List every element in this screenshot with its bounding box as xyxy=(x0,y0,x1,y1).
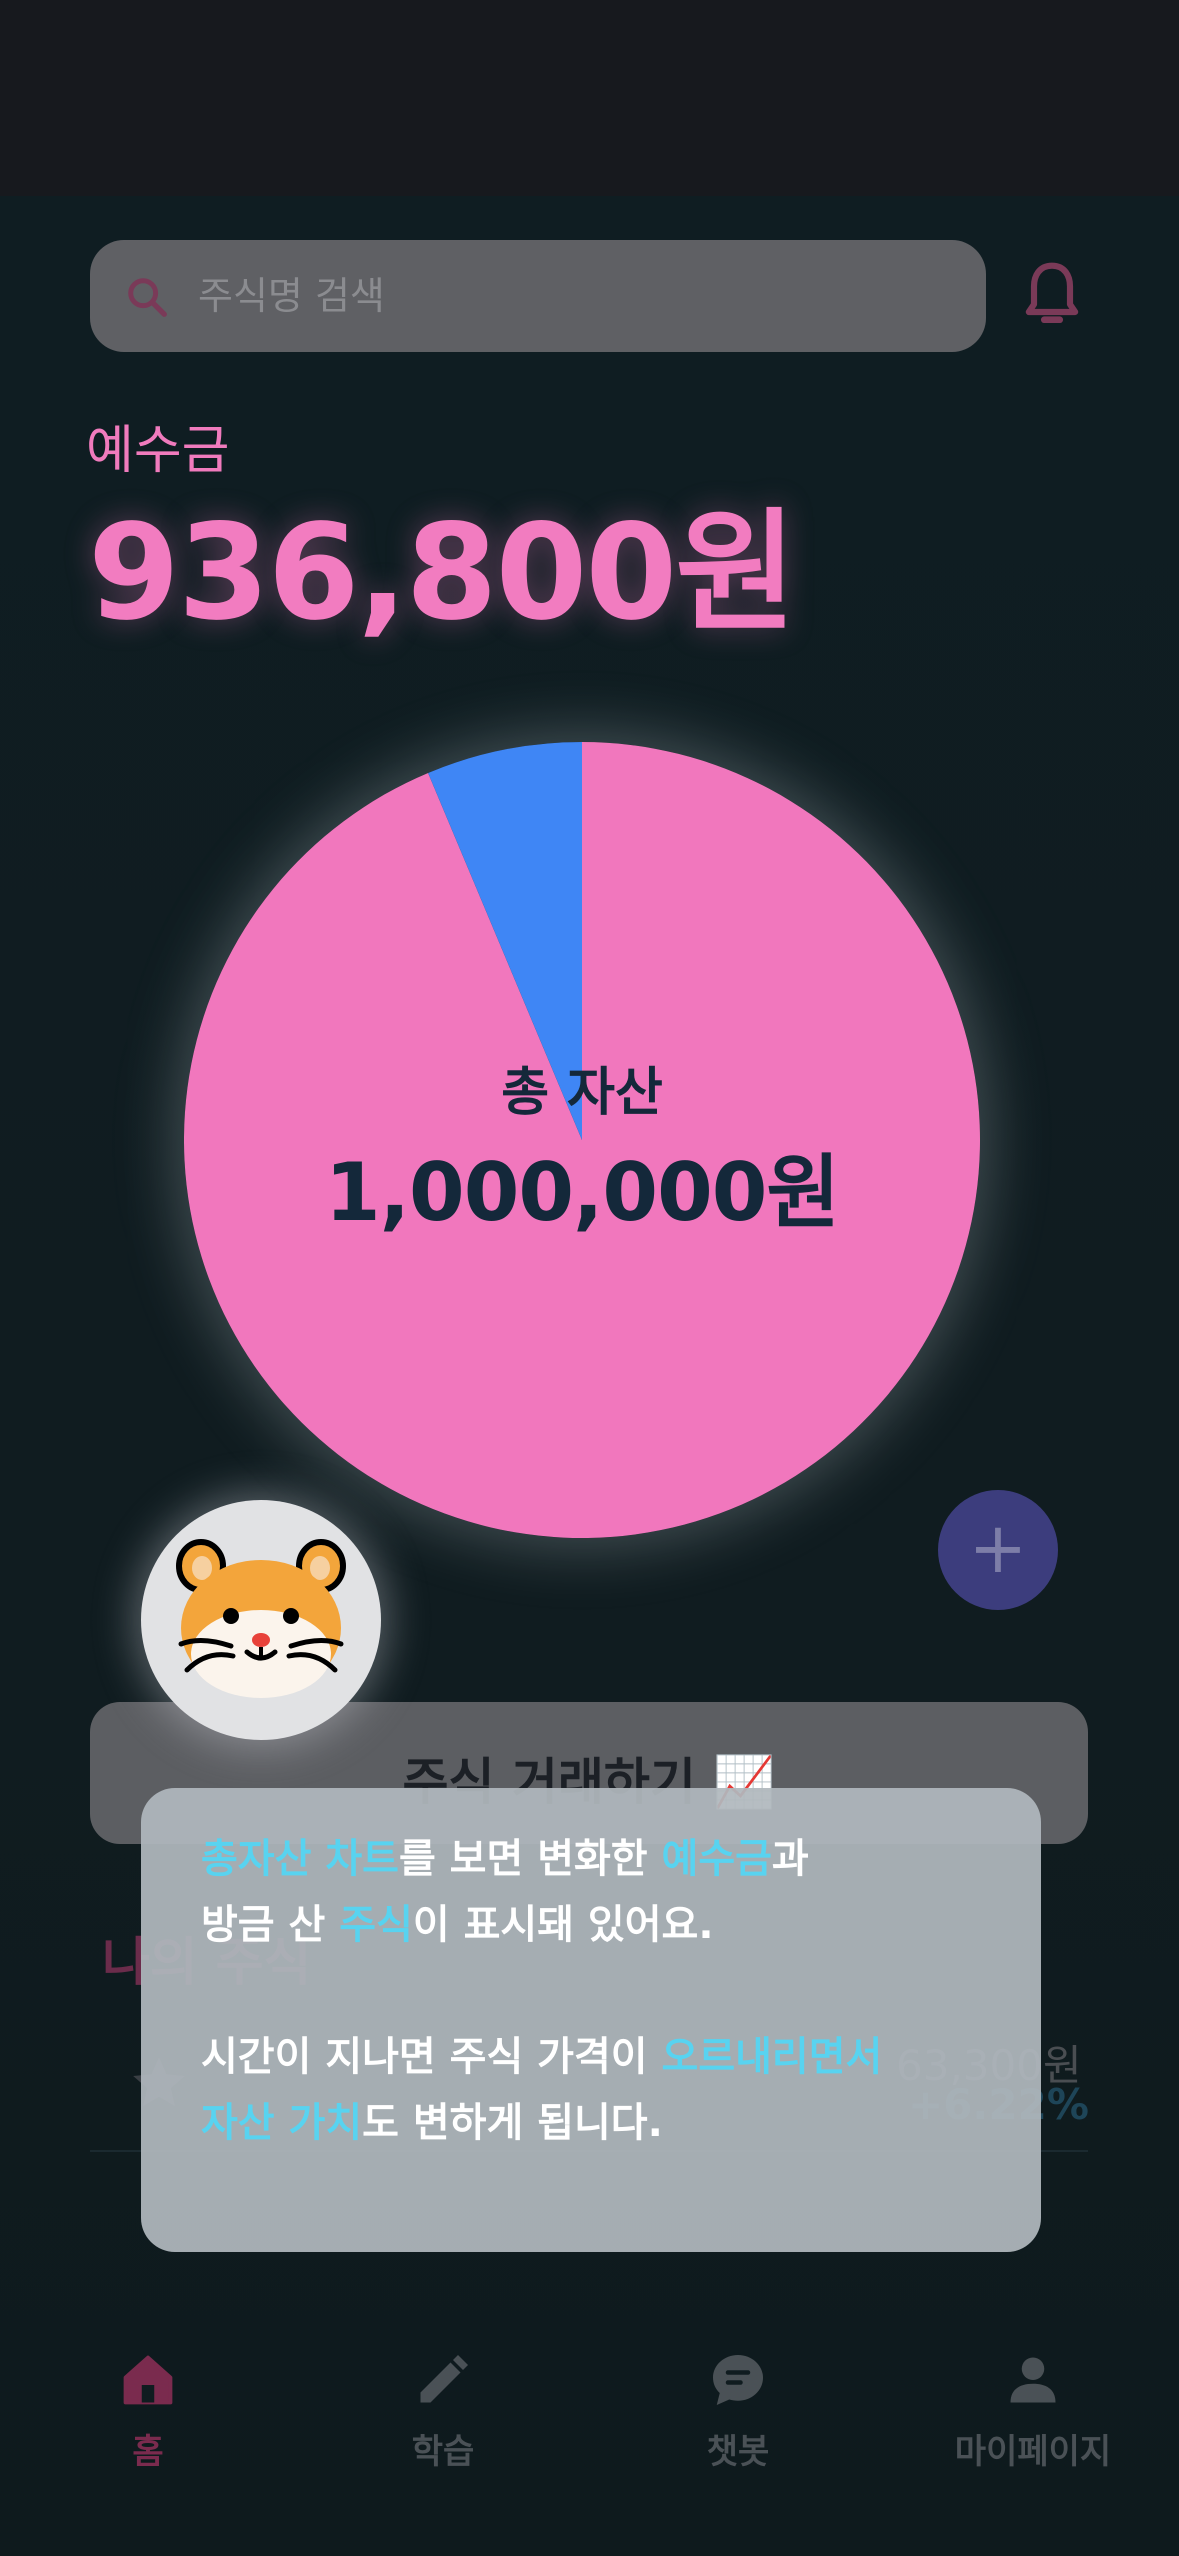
person-icon xyxy=(1010,2357,1056,2403)
tooltip-line-3: 시간이 지나면 주식 가격이 오르내리면서 xyxy=(201,2024,1021,2090)
tooltip-line1-segment-2: 예수금 xyxy=(661,1836,772,1882)
tooltip-line4-segment-1: 도 변하게 됩니다. xyxy=(362,2100,663,2146)
search-placeholder: 주식명 검색 xyxy=(198,274,385,318)
tooltip-line-2: 방금 산 주식이 표시돼 있어요. xyxy=(201,1892,1021,1958)
tooltip-line3-segment-1: 오르내리면서 xyxy=(661,2034,883,2080)
nav-home-label: 홈 xyxy=(132,2432,164,2472)
nav-mypage-label: 마이페이지 xyxy=(954,2432,1112,2472)
tooltip-line3-segment-0: 시간이 지나면 주식 가격이 xyxy=(201,2034,662,2080)
tooltip-line1-segment-1: 를 보면 변화한 xyxy=(398,1836,662,1882)
pencil-icon xyxy=(420,2355,468,2403)
tooltip-line2-segment-2: 이 표시돼 있어요. xyxy=(412,1902,714,1948)
tooltip-line4-segment-0: 자산 가치 xyxy=(201,2100,363,2146)
hamster-mascot[interactable] xyxy=(141,1500,381,1740)
chat-bubble-icon xyxy=(713,2355,763,2405)
nav-learn[interactable]: 학습 xyxy=(323,2350,563,2473)
tooltip-line1-segment-3: 과 xyxy=(771,1836,809,1882)
nav-learn-label: 학습 xyxy=(411,2432,475,2472)
tooltip-line-1: 총자산 차트를 보면 변화한 예수금과 xyxy=(201,1826,1021,1892)
add-button[interactable]: + xyxy=(938,1490,1058,1610)
status-bar xyxy=(0,0,1179,196)
deposit-amount: 936,800원 xyxy=(88,496,797,650)
search-icon xyxy=(128,278,167,317)
plus-icon: + xyxy=(968,1507,1028,1589)
bottom-nav: 홈 학습 챗봇 마이페이지 xyxy=(0,2300,1179,2556)
bell-icon[interactable] xyxy=(1020,258,1084,330)
tooltip-line2-segment-1: 주식 xyxy=(339,1902,413,1948)
tooltip-line2-segment-0: 방금 산 xyxy=(201,1902,340,1948)
nav-mypage[interactable]: 마이페이지 xyxy=(913,2350,1153,2473)
nav-chatbot-label: 챗봇 xyxy=(706,2432,770,2472)
hamster-icon xyxy=(176,1539,346,1698)
home-icon xyxy=(123,2355,173,2405)
pie-total: 1,000,000원 xyxy=(324,1146,840,1239)
pie-title: 총 자산 xyxy=(501,1063,663,1123)
tutorial-tooltip[interactable]: 총자산 차트를 보면 변화한 예수금과 방금 산 주식이 표시돼 있어요. 시간… xyxy=(141,1788,1041,2252)
tooltip-line1-segment-0: 총자산 차트 xyxy=(201,1836,399,1882)
nav-chatbot[interactable]: 챗봇 xyxy=(618,2350,858,2473)
nav-home[interactable]: 홈 xyxy=(28,2350,268,2473)
search-input[interactable]: 주식명 검색 xyxy=(90,240,986,352)
tooltip-line-4: 자산 가치도 변하게 됩니다. xyxy=(201,2090,1021,2156)
asset-pie-chart: 총 자산 1,000,000원 xyxy=(184,742,980,1538)
